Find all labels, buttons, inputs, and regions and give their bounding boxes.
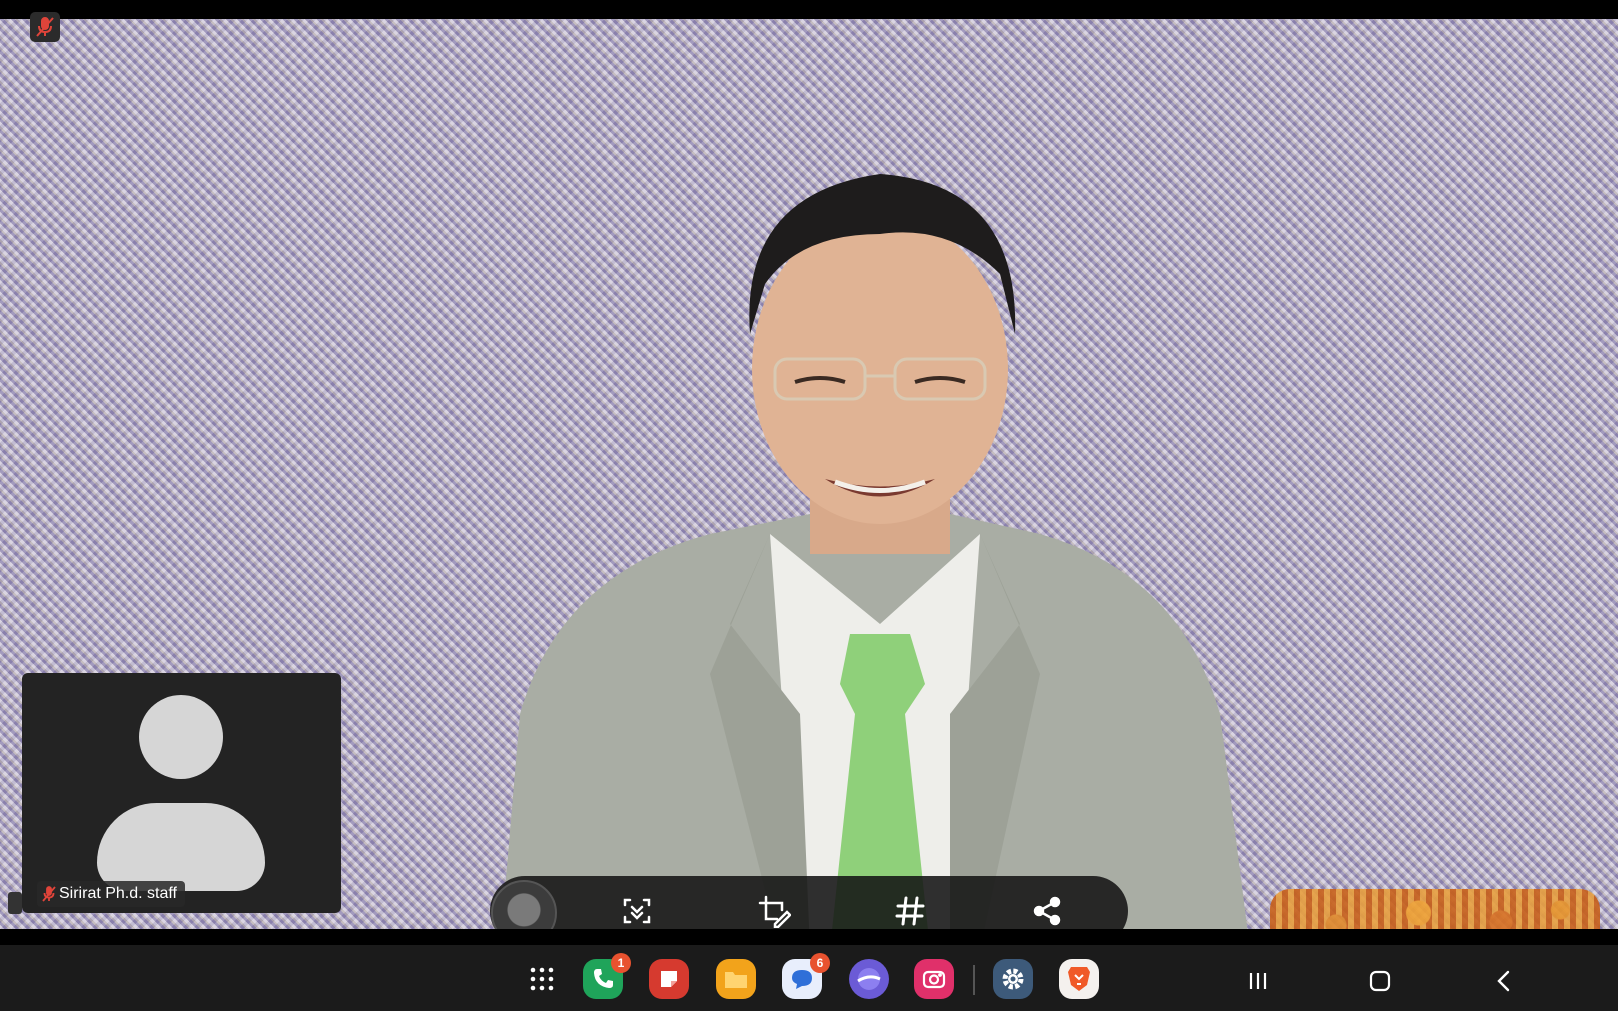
home-icon[interactable]: [1362, 963, 1398, 999]
crop-draw-icon[interactable]: [754, 891, 794, 929]
files-icon[interactable]: [716, 959, 756, 999]
brave-icon[interactable]: [1059, 959, 1099, 999]
notes-icon[interactable]: [649, 959, 689, 999]
messages-badge: 6: [810, 953, 830, 973]
phone-badge: 1: [611, 953, 631, 973]
share-icon[interactable]: [1027, 891, 1067, 929]
avatar-head: [139, 695, 223, 779]
camera-icon[interactable]: [914, 959, 954, 999]
messages-icon[interactable]: 6: [782, 953, 830, 999]
back-icon[interactable]: [1486, 963, 1522, 999]
capture-thumbnail[interactable]: [491, 880, 557, 929]
speaker-figure: [501, 174, 1248, 929]
scan-capture-icon[interactable]: [617, 891, 657, 929]
recent-apps-icon[interactable]: [1240, 963, 1276, 999]
taskbar-separator: [973, 965, 975, 995]
phone-icon[interactable]: 1: [583, 953, 631, 999]
app-drawer-icon[interactable]: [522, 959, 562, 999]
background-flowers: [1270, 889, 1600, 929]
screenshot-toolbar: [490, 876, 1128, 929]
hashtag-icon[interactable]: [890, 891, 930, 929]
participant-name: Sirirat Ph.d. staff: [59, 885, 177, 902]
internet-icon[interactable]: [849, 959, 889, 999]
mic-muted-icon[interactable]: [30, 12, 60, 42]
edge-handle[interactable]: [8, 892, 22, 914]
settings-icon[interactable]: [993, 959, 1033, 999]
mic-muted-icon: [42, 886, 56, 907]
self-video-tile[interactable]: Sirirat Ph.d. staff: [22, 673, 341, 913]
taskbar: 1 6: [0, 945, 1618, 1011]
participant-name-tag: Sirirat Ph.d. staff: [37, 881, 185, 907]
avatar-body: [97, 803, 265, 891]
